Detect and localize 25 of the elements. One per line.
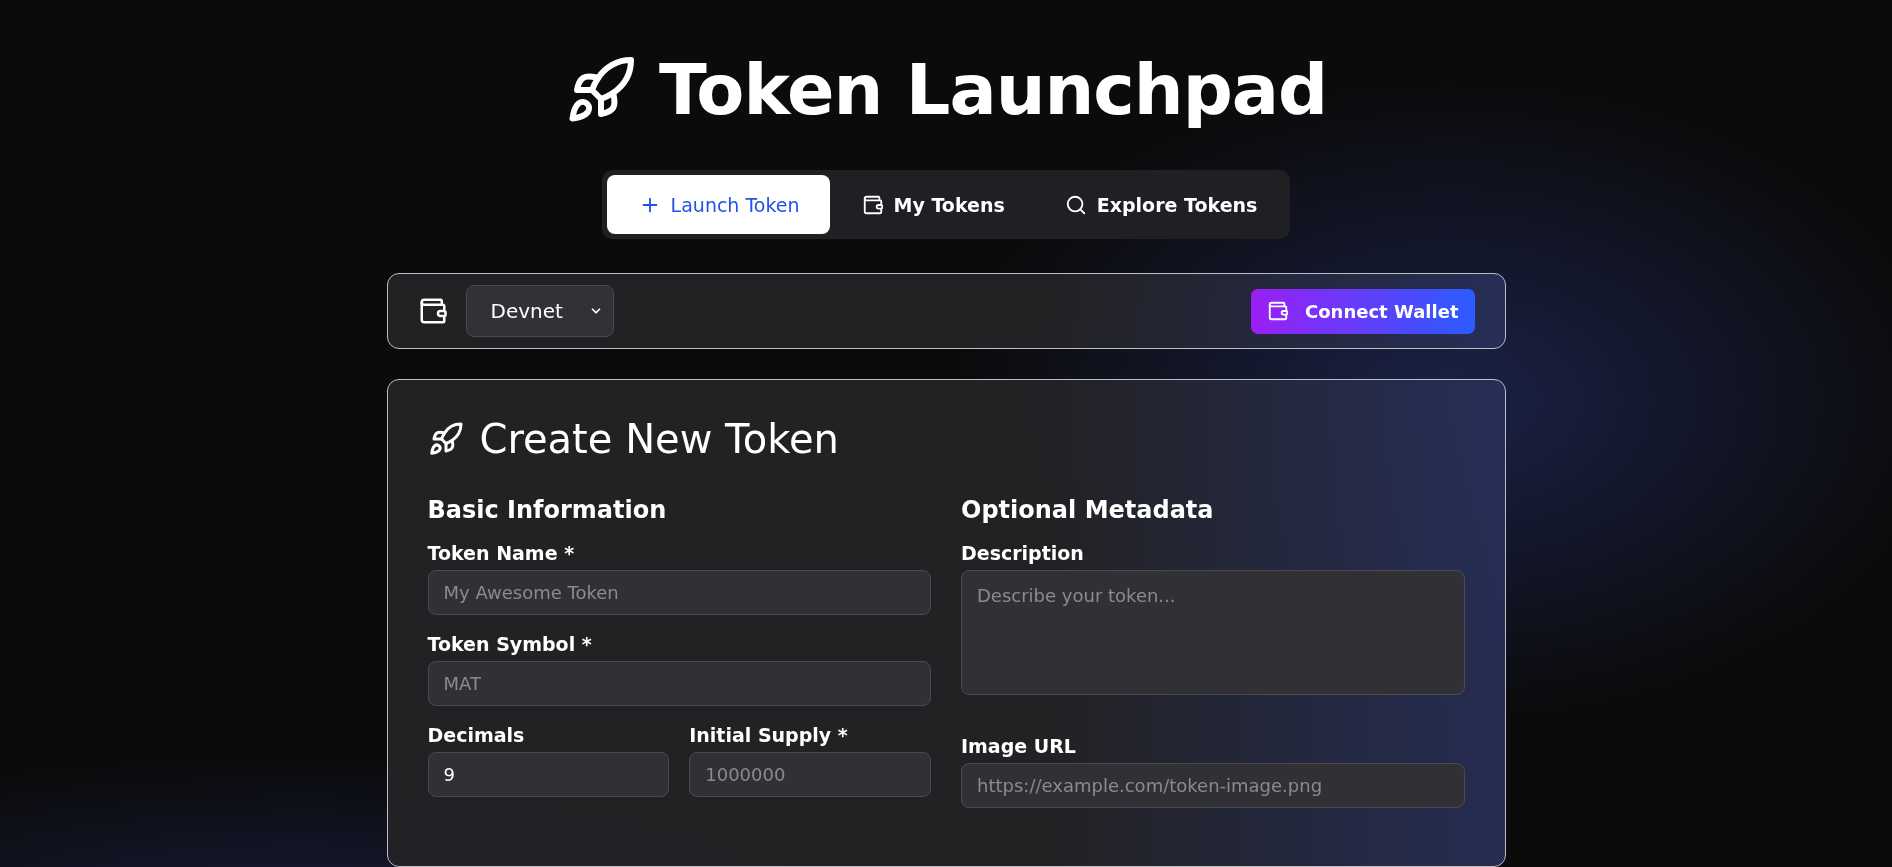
field-label: Initial Supply * [689, 724, 849, 746]
input-field[interactable]: 1000000 [689, 752, 931, 797]
input-field[interactable]: Describe your token... [961, 570, 1465, 695]
tab[interactable]: Explore Tokens [1036, 175, 1286, 234]
wallet-icon [1267, 300, 1290, 322]
search-icon [1064, 193, 1087, 216]
field-label: Token Symbol * [427, 633, 593, 655]
input-field[interactable]: 9 [427, 752, 670, 797]
field-label: Decimals [427, 724, 526, 746]
input-field[interactable]: https://example.com/token-image.png [961, 763, 1465, 808]
field-label: Description [961, 542, 1085, 564]
rocket-icon [427, 421, 464, 457]
section-heading: Optional Metadata [961, 496, 1215, 524]
network-select[interactable]: Devnet [465, 285, 614, 337]
connect-wallet-button[interactable]: Connect Wallet [1251, 288, 1475, 334]
wallet-icon [861, 193, 884, 216]
tab[interactable]: Launch Token [606, 175, 830, 234]
field-label: Token Name * [427, 542, 576, 564]
input-field[interactable]: MAT [427, 661, 931, 706]
tab[interactable]: My Tokens [833, 175, 1033, 234]
form-title: Create New Token [479, 416, 839, 462]
field-label: Image URL [961, 735, 1077, 757]
section-heading: Basic Information [427, 496, 668, 524]
input-field[interactable]: My Awesome Token [427, 570, 931, 615]
page-title: Token Launchpad [658, 48, 1328, 133]
